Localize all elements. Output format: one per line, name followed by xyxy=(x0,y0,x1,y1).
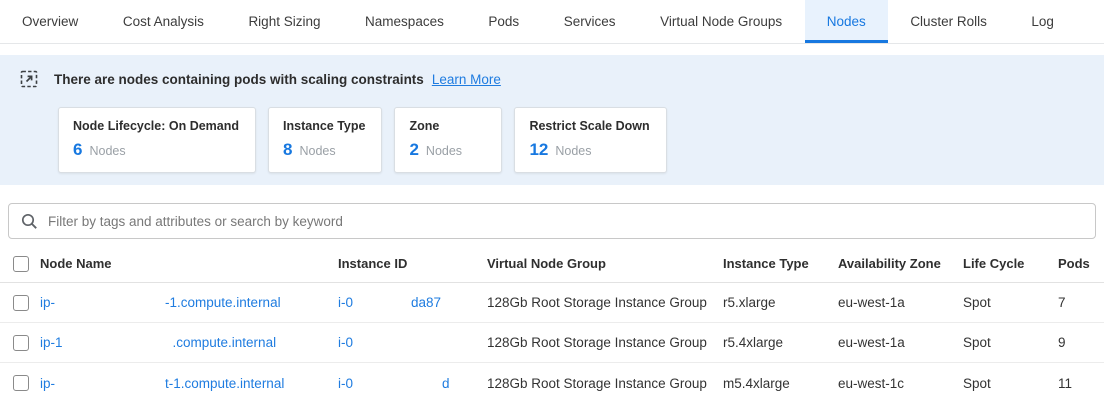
instance-id-link[interactable]: i-0 xyxy=(338,335,353,350)
column-header-instance-id: Instance ID xyxy=(338,256,487,271)
instance-id-link[interactable]: i-0d xyxy=(338,376,450,391)
virtual-node-group-cell: 128Gb Root Storage Instance Group xyxy=(487,376,723,391)
scaling-constraint-icon xyxy=(20,70,38,88)
table-row: ip-t-1.compute.internal i-0d 128Gb Root … xyxy=(0,363,1104,403)
card-node-lifecycle[interactable]: Node Lifecycle: On Demand 6 Nodes xyxy=(58,107,256,173)
card-zone[interactable]: Zone 2 Nodes xyxy=(394,107,502,173)
life-cycle-cell: Spot xyxy=(963,376,1058,391)
availability-zone-cell: eu-west-1a xyxy=(838,335,963,350)
scaling-constraints-banner: There are nodes containing pods with sca… xyxy=(0,55,1104,185)
virtual-node-group-cell: 128Gb Root Storage Instance Group xyxy=(487,335,723,350)
card-count: 2 xyxy=(409,140,418,160)
column-header-virtual-node-group: Virtual Node Group xyxy=(487,256,723,271)
tab-cost-analysis[interactable]: Cost Analysis xyxy=(101,0,226,43)
node-name-link[interactable]: ip-1.compute.internal xyxy=(40,335,276,350)
card-title: Node Lifecycle: On Demand xyxy=(73,119,239,133)
table-row: ip-1.compute.internal i-0 128Gb Root Sto… xyxy=(0,323,1104,363)
card-count: 12 xyxy=(529,140,548,160)
card-unit: Nodes xyxy=(299,144,335,158)
filter-search-box xyxy=(8,203,1096,239)
availability-zone-cell: eu-west-1a xyxy=(838,295,963,310)
card-restrict-scale-down[interactable]: Restrict Scale Down 12 Nodes xyxy=(514,107,666,173)
constraint-cards: Node Lifecycle: On Demand 6 Nodes Instan… xyxy=(58,107,1084,173)
column-header-pods: Pods xyxy=(1058,256,1104,271)
card-unit: Nodes xyxy=(426,144,462,158)
instance-type-cell: r5.xlarge xyxy=(723,295,838,310)
node-name-link[interactable]: ip-t-1.compute.internal xyxy=(40,376,284,391)
tab-pods[interactable]: Pods xyxy=(466,0,541,43)
tab-overview[interactable]: Overview xyxy=(0,0,100,43)
banner-message: There are nodes containing pods with sca… xyxy=(54,72,424,87)
nodes-table: Node Name Instance ID Virtual Node Group… xyxy=(0,245,1104,403)
column-header-node-name: Node Name xyxy=(40,256,338,271)
card-title: Zone xyxy=(409,119,485,133)
instance-type-cell: r5.4xlarge xyxy=(723,335,838,350)
tab-bar: Overview Cost Analysis Right Sizing Name… xyxy=(0,0,1104,44)
tab-log[interactable]: Log xyxy=(1009,0,1076,43)
learn-more-link[interactable]: Learn More xyxy=(432,72,501,87)
row-checkbox[interactable] xyxy=(13,375,29,391)
search-input[interactable] xyxy=(48,214,1083,229)
select-all-checkbox[interactable] xyxy=(13,256,29,272)
row-checkbox[interactable] xyxy=(13,335,29,351)
column-header-availability-zone: Availability Zone xyxy=(838,256,963,271)
tab-right-sizing[interactable]: Right Sizing xyxy=(226,0,342,43)
life-cycle-cell: Spot xyxy=(963,335,1058,350)
tab-services[interactable]: Services xyxy=(542,0,638,43)
tab-nodes[interactable]: Nodes xyxy=(805,0,888,43)
card-unit: Nodes xyxy=(555,144,591,158)
pods-cell: 9 xyxy=(1058,335,1104,350)
column-header-life-cycle: Life Cycle xyxy=(963,256,1058,271)
banner-message-row: There are nodes containing pods with sca… xyxy=(20,67,1084,91)
card-count: 6 xyxy=(73,140,82,160)
table-row: ip--1.compute.internal i-0da87 128Gb Roo… xyxy=(0,283,1104,323)
instance-type-cell: m5.4xlarge xyxy=(723,376,838,391)
card-count: 8 xyxy=(283,140,292,160)
tab-namespaces[interactable]: Namespaces xyxy=(343,0,466,43)
tab-virtual-node-groups[interactable]: Virtual Node Groups xyxy=(638,0,804,43)
instance-id-link[interactable]: i-0da87 xyxy=(338,295,441,310)
card-title: Instance Type xyxy=(283,119,365,133)
virtual-node-group-cell: 128Gb Root Storage Instance Group xyxy=(487,295,723,310)
tab-cluster-rolls[interactable]: Cluster Rolls xyxy=(888,0,1009,43)
search-icon xyxy=(21,213,38,230)
row-checkbox[interactable] xyxy=(13,295,29,311)
card-unit: Nodes xyxy=(89,144,125,158)
table-header-row: Node Name Instance ID Virtual Node Group… xyxy=(0,245,1104,283)
card-title: Restrict Scale Down xyxy=(529,119,649,133)
life-cycle-cell: Spot xyxy=(963,295,1058,310)
column-header-instance-type: Instance Type xyxy=(723,256,838,271)
availability-zone-cell: eu-west-1c xyxy=(838,376,963,391)
pods-cell: 7 xyxy=(1058,295,1104,310)
pods-cell: 11 xyxy=(1058,376,1104,391)
node-name-link[interactable]: ip--1.compute.internal xyxy=(40,295,281,310)
card-instance-type[interactable]: Instance Type 8 Nodes xyxy=(268,107,382,173)
